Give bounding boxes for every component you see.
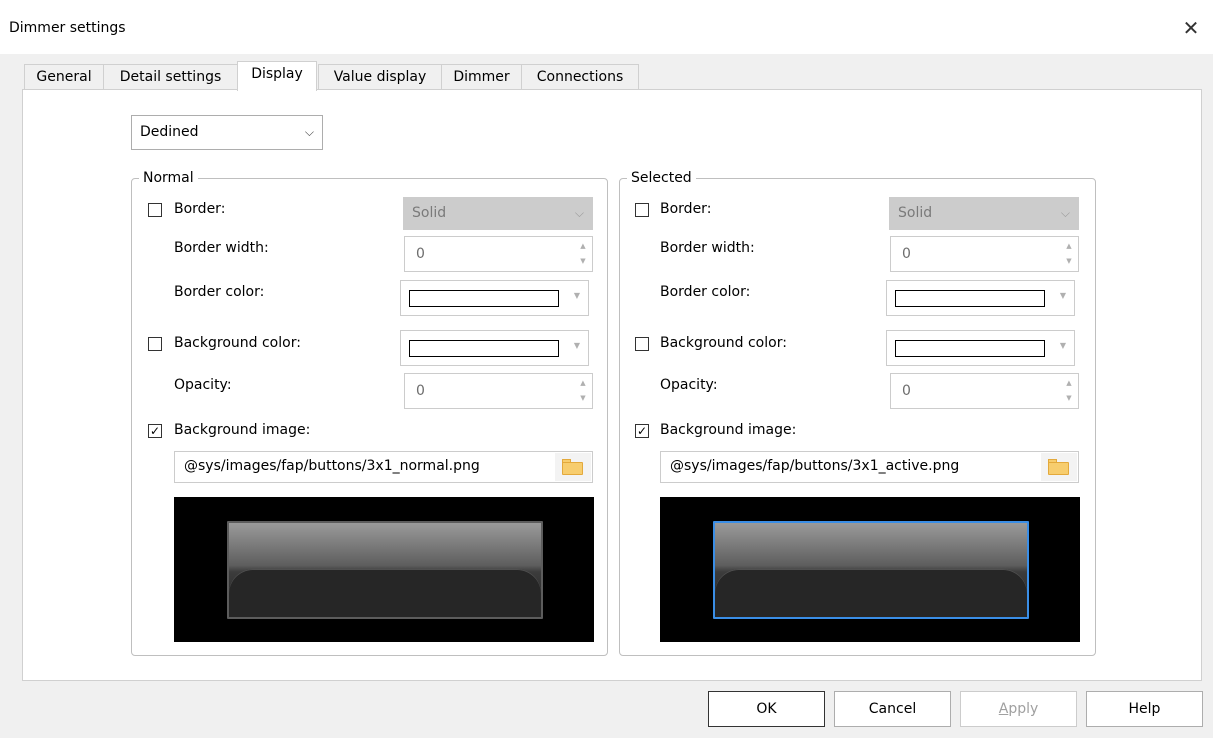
chevron-down-icon: ⌵	[304, 125, 314, 139]
dropdown-icon[interactable]: ▼	[574, 341, 580, 350]
normal-border-width-spinner[interactable]: 0 ▲ ▼	[404, 236, 593, 272]
selected-border-style-select[interactable]: Solid ⌵	[889, 197, 1079, 230]
normal-image-path-value: @sys/images/fap/buttons/3x1_normal.png	[184, 458, 480, 474]
color-swatch	[895, 340, 1045, 357]
selected-opacity-label: Opacity:	[660, 377, 718, 393]
tab-general[interactable]: General	[24, 64, 104, 91]
selected-border-color-picker[interactable]: ▼	[886, 280, 1075, 316]
normal-border-label: Border:	[174, 201, 226, 217]
normal-background-image-label: Background image:	[174, 422, 311, 438]
selected-border-label: Border:	[660, 201, 712, 217]
chevron-down-icon: ⌵	[1060, 206, 1070, 220]
selected-group-legend: Selected	[631, 170, 692, 186]
selected-background-color-checkbox[interactable]	[635, 337, 649, 351]
normal-border-style-value: Solid	[412, 205, 447, 221]
selected-background-image-label: Background image:	[660, 422, 797, 438]
spin-up-icon[interactable]: ▲	[1064, 242, 1074, 250]
window-title: Dimmer settings	[9, 20, 126, 36]
spin-down-icon[interactable]: ▼	[1064, 394, 1074, 402]
normal-border-color-picker[interactable]: ▼	[400, 280, 589, 316]
dropdown-icon[interactable]: ▼	[1060, 341, 1066, 350]
tab-display[interactable]: Display	[237, 61, 317, 91]
normal-border-width-value: 0	[416, 246, 425, 262]
selected-background-image-checkbox[interactable]: ✓	[635, 424, 649, 438]
tab-value-display[interactable]: Value display	[318, 64, 442, 91]
normal-background-color-picker[interactable]: ▼	[400, 330, 589, 366]
normal-background-image-checkbox[interactable]: ✓	[148, 424, 162, 438]
selected-image-preview	[660, 497, 1080, 642]
selected-image-path-value: @sys/images/fap/buttons/3x1_active.png	[670, 458, 960, 474]
dropdown-icon[interactable]: ▼	[1060, 291, 1066, 300]
normal-background-color-checkbox[interactable]	[148, 337, 162, 351]
normal-button-image	[227, 521, 543, 619]
normal-border-style-select[interactable]: Solid ⌵	[403, 197, 593, 230]
normal-opacity-label: Opacity:	[174, 377, 232, 393]
spin-up-icon[interactable]: ▲	[578, 242, 588, 250]
selected-border-style-value: Solid	[898, 205, 933, 221]
title-bar: Dimmer settings ✕	[0, 0, 1213, 54]
browse-button[interactable]	[1041, 453, 1077, 481]
selected-border-width-label: Border width:	[660, 240, 755, 256]
normal-image-preview	[174, 497, 594, 642]
selected-border-width-value: 0	[902, 246, 911, 262]
dropdown-icon[interactable]: ▼	[574, 291, 580, 300]
tab-detail-settings[interactable]: Detail settings	[103, 64, 238, 91]
selected-border-checkbox[interactable]	[635, 203, 649, 217]
browse-button[interactable]	[555, 453, 591, 481]
normal-group-legend: Normal	[143, 170, 194, 186]
cancel-button[interactable]: Cancel	[834, 691, 951, 727]
selected-button-image	[713, 521, 1029, 619]
selected-border-color-label: Border color:	[660, 284, 751, 300]
normal-border-color-label: Border color:	[174, 284, 265, 300]
normal-image-path-input[interactable]: @sys/images/fap/buttons/3x1_normal.png	[174, 451, 593, 483]
selected-border-width-spinner[interactable]: 0 ▲ ▼	[890, 236, 1079, 272]
selected-image-path-input[interactable]: @sys/images/fap/buttons/3x1_active.png	[660, 451, 1079, 483]
display-tab-panel: Dedined ⌵ Normal Border: Solid ⌵ Border …	[22, 89, 1202, 681]
spin-down-icon[interactable]: ▼	[578, 394, 588, 402]
spin-down-icon[interactable]: ▼	[578, 257, 588, 265]
check-icon: ✓	[636, 424, 648, 438]
selected-background-color-picker[interactable]: ▼	[886, 330, 1075, 366]
apply-label-rest: pply	[1008, 701, 1039, 717]
selected-opacity-spinner[interactable]: 0 ▲ ▼	[890, 373, 1079, 409]
display-mode-value: Dedined	[140, 124, 199, 140]
color-swatch	[409, 290, 559, 307]
color-swatch	[895, 290, 1045, 307]
close-icon[interactable]: ✕	[1176, 13, 1206, 43]
selected-opacity-value: 0	[902, 383, 911, 399]
check-icon: ✓	[149, 424, 161, 438]
normal-border-checkbox[interactable]	[148, 203, 162, 217]
spin-down-icon[interactable]: ▼	[1064, 257, 1074, 265]
apply-mnemonic: A	[998, 701, 1009, 717]
chevron-down-icon: ⌵	[574, 206, 584, 220]
normal-opacity-spinner[interactable]: 0 ▲ ▼	[404, 373, 593, 409]
help-button[interactable]: Help	[1086, 691, 1203, 727]
apply-button[interactable]: Apply	[960, 691, 1077, 727]
selected-background-color-label: Background color:	[660, 335, 787, 351]
tab-dimmer[interactable]: Dimmer	[441, 64, 522, 91]
normal-opacity-value: 0	[416, 383, 425, 399]
spin-up-icon[interactable]: ▲	[578, 379, 588, 387]
spin-up-icon[interactable]: ▲	[1064, 379, 1074, 387]
tab-connections[interactable]: Connections	[521, 64, 639, 91]
ok-button[interactable]: OK	[708, 691, 825, 727]
color-swatch	[409, 340, 559, 357]
normal-border-width-label: Border width:	[174, 240, 269, 256]
normal-background-color-label: Background color:	[174, 335, 301, 351]
display-mode-select[interactable]: Dedined ⌵	[131, 115, 323, 150]
